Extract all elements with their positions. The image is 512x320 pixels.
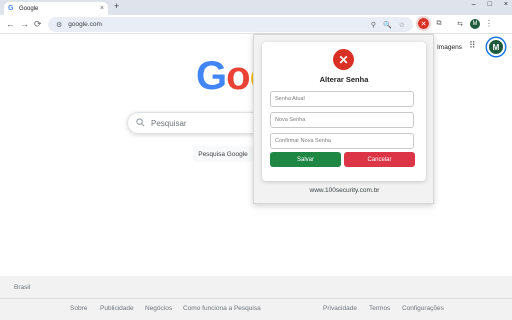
logo-letter-g: G [196,54,227,98]
footer: Brasil Sobre Publicidade Negócios Como f… [0,276,512,320]
popup-title: Alterar Senha [319,75,369,84]
cancel-button[interactable]: Cancelar [344,152,415,167]
google-search-button[interactable]: Pesquisa Google [193,146,253,162]
location-icon[interactable]: ⚲ [371,21,376,29]
menu-dots-icon[interactable]: ⋮ [485,19,493,28]
browser-toolbar: ← → ⟳ ⚙ google.com ⚲ 🔍 ☆ ✕ ⧉ ⇆ M ⋮ [0,15,512,34]
minimize-icon[interactable]: – [472,1,476,8]
forward-icon[interactable]: → [20,19,29,29]
password-extension-icon[interactable]: ✕ [416,16,431,31]
close-circle-icon: ✕ [333,49,354,70]
address-bar[interactable]: ⚙ google.com ⚲ 🔍 ☆ [48,17,413,32]
tab-strip: G Google × + – □ × [0,0,512,15]
footer-country: Brasil [14,284,31,291]
logo-letter-o1: o [226,54,250,98]
footer-link-sobre[interactable]: Sobre [70,305,87,312]
current-password-field[interactable] [270,91,414,107]
google-favicon-icon: G [8,5,14,12]
close-window-icon[interactable]: × [504,1,508,8]
extensions-puzzle-icon[interactable]: ⧉ [434,20,444,28]
footer-link-termos[interactable]: Termos [369,305,390,312]
search-icon [136,117,145,129]
apps-grid-icon[interactable]: ⠿ [469,40,476,51]
zoom-icon[interactable]: 🔍 [383,21,392,29]
reload-icon[interactable]: ⟳ [34,19,42,30]
profile-icon[interactable]: M [470,18,480,29]
footer-link-configuracoes[interactable]: Configurações [402,305,444,312]
images-link[interactable]: Imagens [437,44,462,51]
footer-link-negocios[interactable]: Negócios [145,305,172,312]
footer-link-publicidade[interactable]: Publicidade [100,305,134,312]
media-controls-icon[interactable]: ⇆ [455,20,465,28]
omnibox-icons: ⚲ 🔍 ☆ [371,21,413,29]
popup-footer-link[interactable]: www.100security.com.br [254,187,435,194]
footer-link-como-funciona[interactable]: Como funciona a Pesquisa [183,305,261,312]
new-tab-icon[interactable]: + [114,1,119,11]
back-icon[interactable]: ← [6,19,15,29]
footer-divider [0,298,512,299]
bookmark-star-icon[interactable]: ☆ [399,21,405,29]
search-input[interactable] [151,118,251,128]
avatar[interactable]: M [487,38,505,56]
extension-icons: ✕ ⧉ ⇆ M ⋮ [416,16,493,31]
url-text[interactable]: google.com [68,21,371,28]
site-info-icon[interactable]: ⚙ [56,21,62,29]
tab-title: Google [19,5,39,12]
new-password-field[interactable] [270,112,414,128]
tab-google[interactable]: G Google × [4,2,108,15]
search-box[interactable] [127,112,267,134]
save-button[interactable]: Salvar [270,152,341,167]
maximize-icon[interactable]: □ [488,1,492,8]
footer-link-privacidade[interactable]: Privacidade [323,305,357,312]
confirm-password-field[interactable] [270,133,414,149]
change-password-card: ✕ Alterar Senha Salvar Cancelar [262,42,426,181]
window-controls: – □ × [472,1,508,8]
tab-close-icon[interactable]: × [100,5,104,12]
extension-popup: ✕ Alterar Senha Salvar Cancelar www.100s… [253,34,434,204]
